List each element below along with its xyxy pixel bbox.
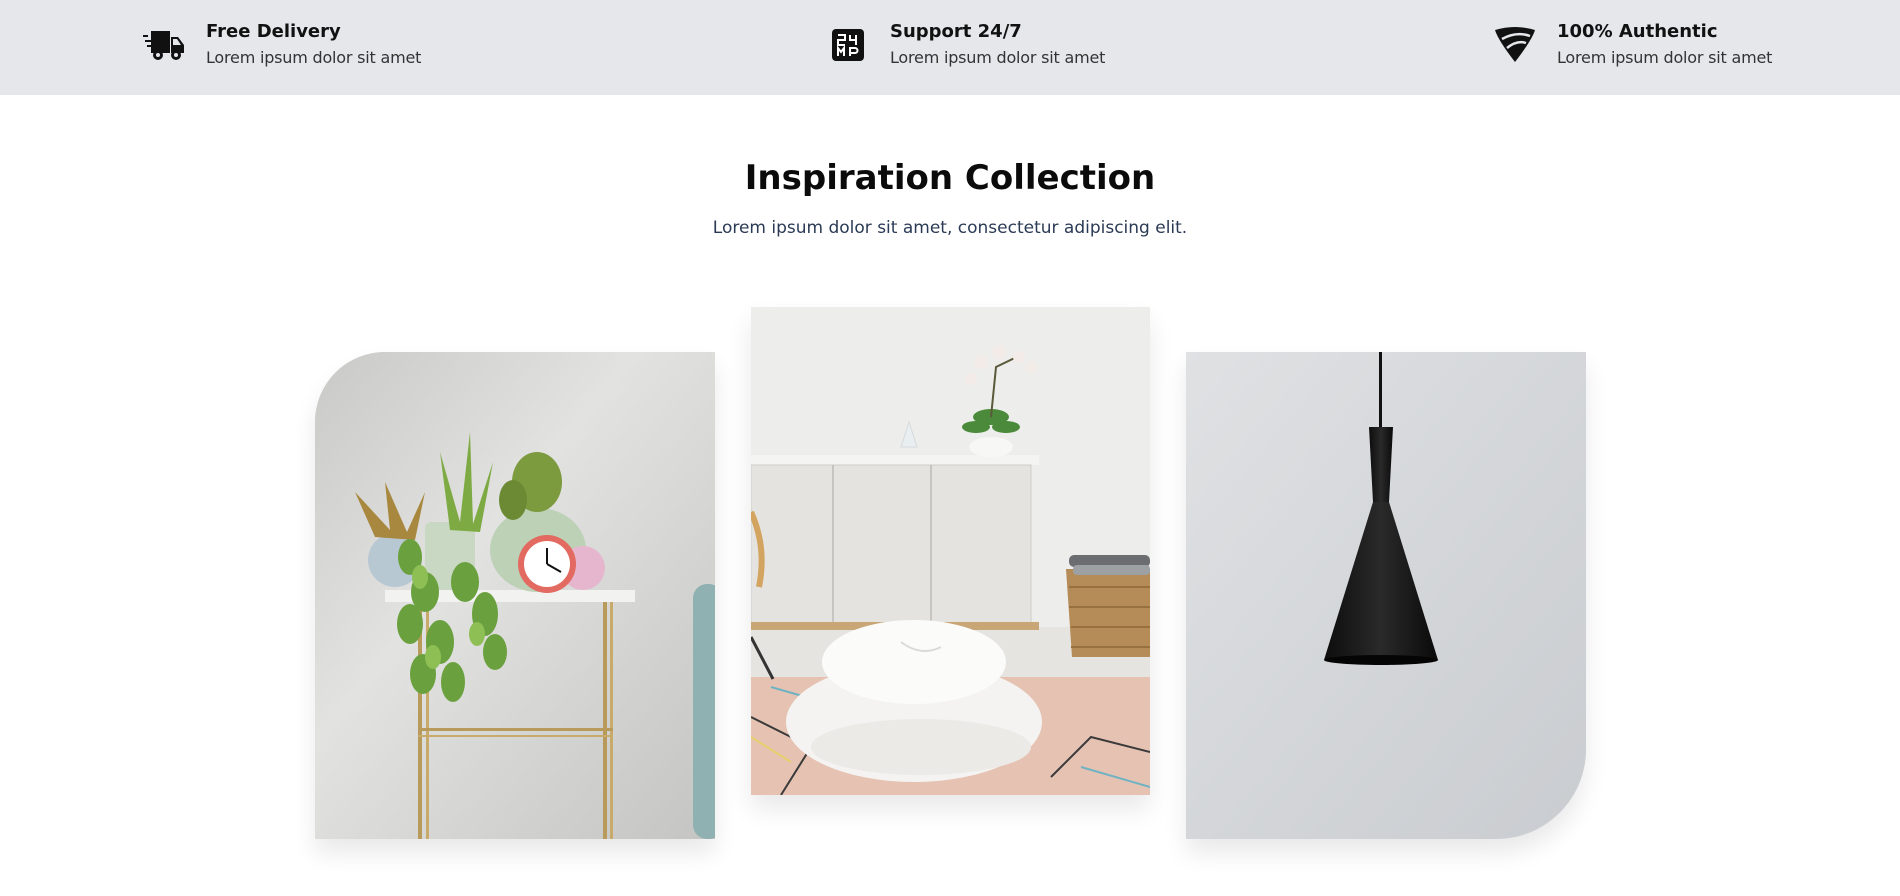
collection-card-living-room[interactable] bbox=[751, 307, 1150, 795]
collection-title: Inspiration Collection bbox=[744, 158, 1156, 198]
collection-card-lamp[interactable] bbox=[1186, 352, 1586, 839]
shield-icon bbox=[1493, 23, 1537, 67]
feature-support: Support 24/7 Lorem ipsum dolor sit amet bbox=[826, 20, 1105, 72]
feature-description: Lorem ipsum dolor sit amet bbox=[890, 48, 1106, 67]
feature-description: Lorem ipsum dolor sit amet bbox=[1557, 48, 1773, 67]
collection-card-plants[interactable] bbox=[315, 352, 715, 839]
plants-image bbox=[315, 352, 715, 839]
support-24-7-icon bbox=[826, 23, 870, 67]
living-room-image bbox=[751, 307, 1150, 795]
feature-title: Support 24/7 bbox=[890, 21, 1022, 42]
lamp-image bbox=[1186, 352, 1586, 839]
feature-title: Free Delivery bbox=[206, 21, 341, 42]
feature-authentic: 100% Authentic Lorem ipsum dolor sit ame… bbox=[1493, 20, 1772, 72]
feature-title: 100% Authentic bbox=[1557, 21, 1718, 42]
collection-subtitle: Lorem ipsum dolor sit amet, consectetur … bbox=[712, 218, 1188, 238]
feature-free-delivery: Free Delivery Lorem ipsum dolor sit amet bbox=[142, 20, 421, 72]
feature-description: Lorem ipsum dolor sit amet bbox=[206, 48, 422, 67]
feature-bar: Free Delivery Lorem ipsum dolor sit amet… bbox=[0, 0, 1900, 95]
delivery-truck-icon bbox=[142, 23, 186, 67]
